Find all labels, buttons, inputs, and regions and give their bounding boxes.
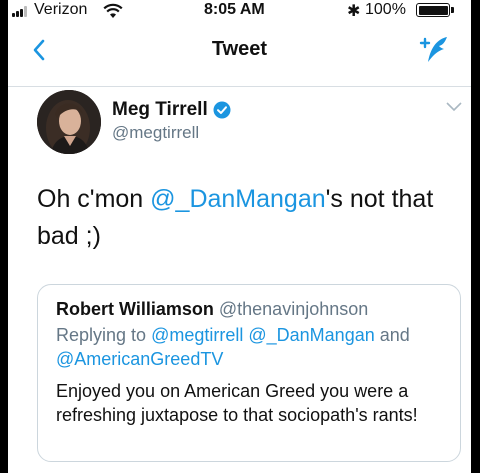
bluetooth-icon: ✱ [347,3,361,20]
replying-to-line: Replying to @megtirrell @_DanMangan and … [56,323,446,371]
wifi-icon [103,3,123,18]
battery-percent: 100% [365,1,406,18]
quoted-author-handle: @thenavinjohnson [218,299,369,319]
replying-and-label: and [374,325,410,345]
signal-icon [12,5,32,17]
carrier-name: Verizon [34,1,88,18]
tweet-detail-screen: Verizon 8:05 AM ✱ 100% Tweet Meg Tirrell… [8,0,471,473]
battery-icon [416,3,450,17]
avatar-photo [37,90,101,154]
chevron-down-icon[interactable] [445,101,463,113]
author-handle[interactable]: @megtirrell [112,123,199,143]
status-bar: Verizon 8:05 AM ✱ 100% [8,0,471,22]
status-time: 8:05 AM [204,1,265,18]
tweet-text: Oh c'mon @_DanMangan's not that bad ;) [37,181,452,255]
nav-bar: Tweet [8,22,471,87]
battery-cap [451,7,454,13]
quoted-author-name: Robert Williamson [56,299,214,319]
tweet-text-part: Oh c'mon [37,185,151,213]
replying-to-label: Replying to [56,325,152,345]
verified-badge-icon [213,101,231,119]
compose-tweet-icon[interactable] [416,34,450,66]
page-title: Tweet [211,38,268,60]
mention-link[interactable]: @_DanMangan [150,185,326,213]
mention-link[interactable]: @AmericanGreedTV [56,349,223,369]
mention-link[interactable]: @megtirrell [151,325,243,345]
mention-link[interactable]: @_DanMangan [248,325,374,345]
quoted-tweet-body: Enjoyed you on American Greed you were a… [56,381,418,425]
quoted-tweet-header: Robert Williamson @thenavinjohnson [56,299,368,320]
avatar[interactable] [37,90,101,154]
quoted-tweet-card[interactable]: Robert Williamson @thenavinjohnson Reply… [37,284,461,462]
author-name[interactable]: Meg Tirrell [112,99,208,121]
